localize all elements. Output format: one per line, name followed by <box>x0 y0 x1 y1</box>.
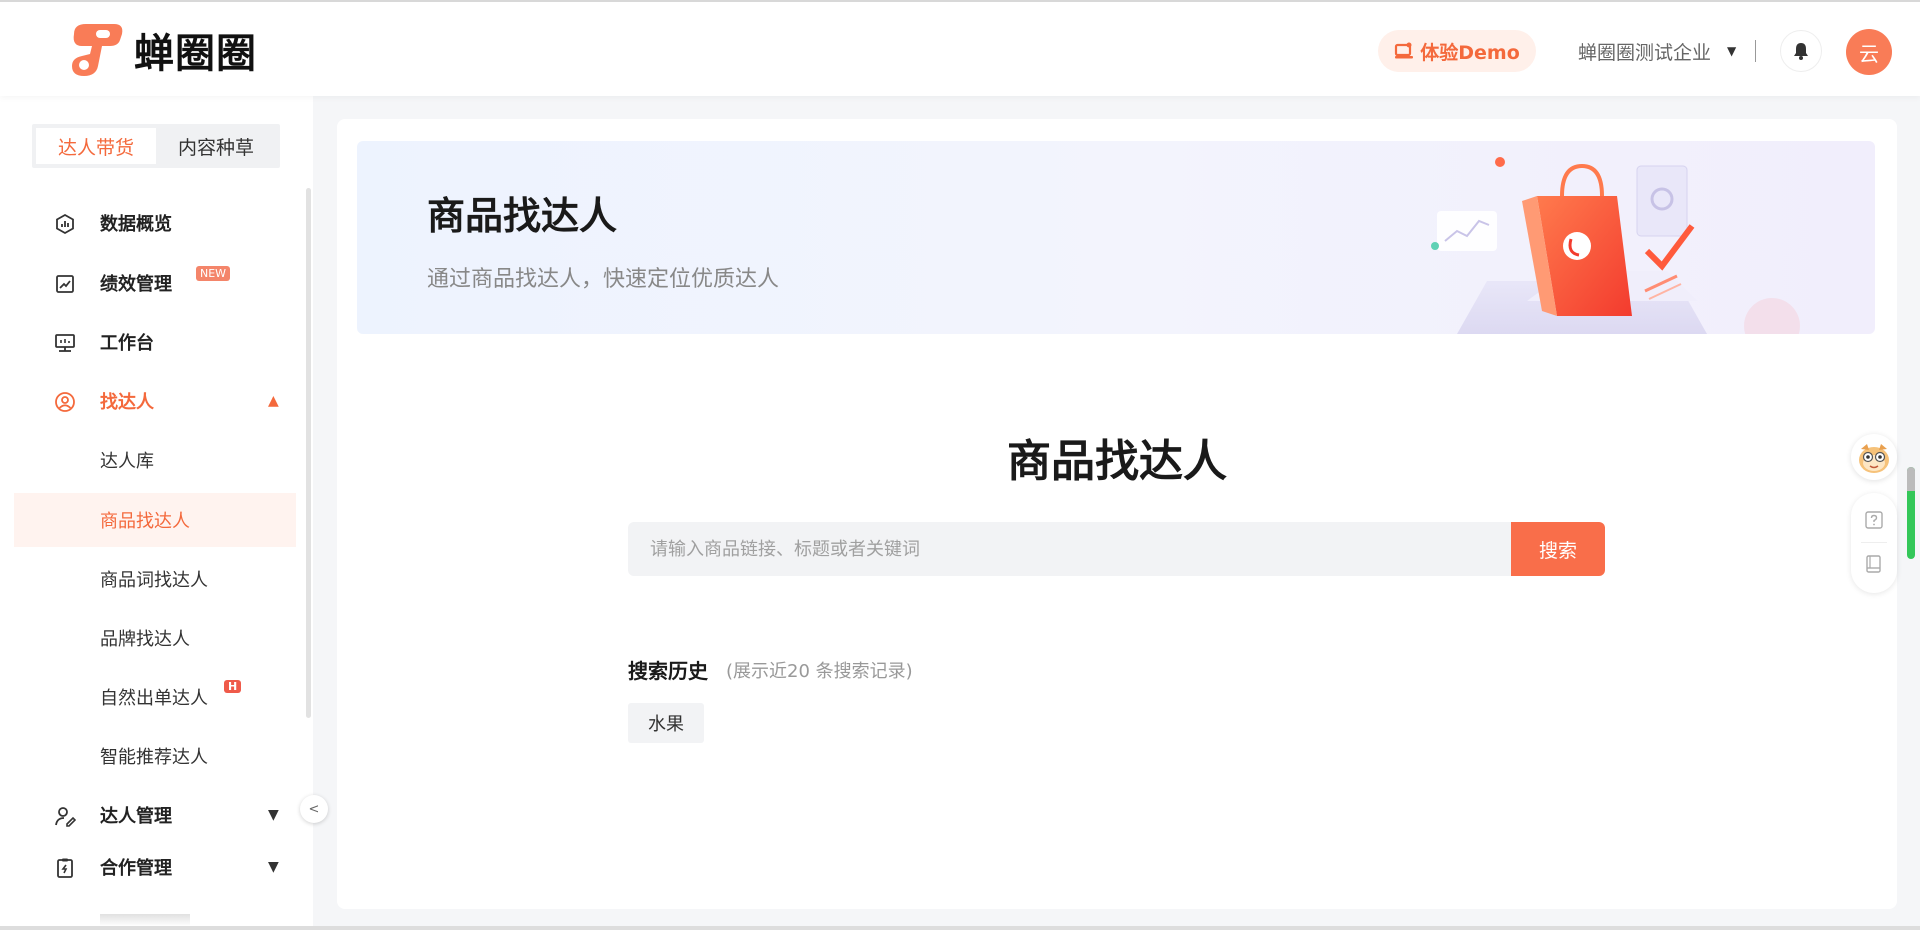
company-name: 蝉圈圈测试企业 <box>1578 41 1712 64</box>
gauge-icon <box>56 213 74 235</box>
history-tag[interactable]: 水果 <box>628 703 704 743</box>
user-edit-icon <box>55 807 76 827</box>
chevron-down-icon: ▼ <box>268 859 279 875</box>
sidebar-item-performance[interactable]: 绩效管理 NEW <box>14 256 296 310</box>
clipboard-icon <box>57 858 73 878</box>
logo-text: 蝉圈圈 <box>134 31 257 77</box>
chevron-up-icon: ▲ <box>268 393 279 409</box>
top-header: 蝉圈圈 体验Demo 蝉圈圈测试企业 ▼ 云 <box>0 0 1920 96</box>
mode-segment: 达人带货 内容种草 <box>32 124 280 168</box>
sidebar-item-label: 绩效管理 <box>100 274 172 295</box>
search-input[interactable] <box>628 522 1511 576</box>
sidebar-subitem-label: 商品词找达人 <box>100 570 208 591</box>
sidebar-subitem-label: 自然出单达人 <box>100 688 208 709</box>
hot-badge: H <box>224 680 242 693</box>
bell-icon <box>1794 43 1808 60</box>
sidebar-collapse-button[interactable]: < <box>300 795 328 823</box>
sidebar-item-label: 合作管理 <box>100 858 172 879</box>
page-title: 商品找达人 <box>1007 436 1227 487</box>
sidebar-item-label: 找达人 <box>100 392 154 413</box>
sidebar-subitem-product-find[interactable]: 商品找达人 <box>14 493 296 547</box>
demo-label: 体验Demo <box>1420 41 1520 64</box>
page-scrollbar-thumb[interactable] <box>1907 467 1915 491</box>
assistant-mascot-button[interactable] <box>1851 434 1897 480</box>
notification-button[interactable] <box>1780 30 1822 72</box>
sidebar-subitem-keyword-find[interactable]: 商品词找达人 <box>14 552 296 606</box>
chevron-left-icon: < <box>308 801 320 817</box>
shopping-bag-illustration <box>1431 157 1800 334</box>
sidebar-item-label: 达人管理 <box>100 806 172 827</box>
search-bar: 搜索 <box>628 522 1605 576</box>
sidebar-subitem-label: 品牌找达人 <box>100 629 190 650</box>
company-selector[interactable]: 蝉圈圈测试企业 ▼ <box>1578 38 1736 64</box>
new-badge: NEW <box>196 266 231 281</box>
monitor-icon <box>55 334 75 352</box>
header-divider <box>1755 40 1756 62</box>
logo[interactable]: 蝉圈圈 <box>64 20 257 80</box>
sidebar-item-label: 工作台 <box>100 333 154 354</box>
sidebar-subitem-label: 达人库 <box>100 451 154 472</box>
window-bottom-edge <box>0 926 1920 930</box>
logo-icon <box>72 24 123 76</box>
sidebar-item-influencer-manage[interactable]: 达人管理 ▼ <box>14 788 296 842</box>
segment-neirong-zhongcao[interactable]: 内容种草 <box>156 128 276 164</box>
manual-book-icon[interactable] <box>1865 555 1883 573</box>
sidebar-subitem-smart-recommend[interactable]: 智能推荐达人 <box>14 729 296 783</box>
float-tool-panel <box>1851 493 1897 593</box>
chevron-down-icon: ▼ <box>268 807 279 823</box>
sidebar-item-label: 数据概览 <box>100 214 172 235</box>
user-avatar[interactable]: 云 <box>1846 29 1892 75</box>
demo-icon <box>1395 42 1414 59</box>
sidebar-subitem-brand-find[interactable]: 品牌找达人 <box>14 611 296 665</box>
page-banner: 商品找达人 通过商品找达人，快速定位优质达人 <box>357 141 1875 334</box>
sidebar-subitem-daren-library[interactable]: 达人库 <box>14 433 296 487</box>
search-button[interactable]: 搜索 <box>1511 522 1605 576</box>
sidebar-item-overview[interactable]: 数据概览 <box>14 196 296 250</box>
mascot-icon <box>1859 444 1889 473</box>
history-title: 搜索历史 <box>628 659 708 683</box>
trend-chart-icon <box>56 275 74 293</box>
sidebar-subitem-natural-orders[interactable]: 自然出单达人 H <box>14 670 296 724</box>
caret-down-icon: ▼ <box>1727 44 1737 58</box>
sidebar-scrollbar[interactable] <box>306 188 311 718</box>
banner-title: 商品找达人 <box>427 194 618 238</box>
demo-button[interactable]: 体验Demo <box>1378 30 1536 72</box>
banner-subtitle: 通过商品找达人，快速定位优质达人 <box>427 267 780 292</box>
sidebar-item-workbench[interactable]: 工作台 <box>14 315 296 369</box>
sidebar-subitem-label: 商品找达人 <box>100 511 190 532</box>
segment-daren-daihuo[interactable]: 达人带货 <box>36 128 156 164</box>
user-circle-icon <box>55 392 75 412</box>
sidebar-subitem-label: 智能推荐达人 <box>100 747 208 768</box>
main-content: 商品找达人 通过商品找达人，快速定位优质达人 商品找达人 请输入商品链接、标题或… <box>337 119 1897 909</box>
help-icon[interactable] <box>1865 511 1883 529</box>
sidebar: 达人带货 内容种草 数据概览 绩效管理 NEW 工作台 找达人 ▲ 达人库 商品… <box>0 96 313 930</box>
sidebar-item-cooperation-manage[interactable]: 合作管理 ▼ <box>14 840 296 894</box>
sidebar-overflow-fade <box>100 914 190 926</box>
panel-divider <box>1861 542 1887 543</box>
sidebar-item-find-influencer[interactable]: 找达人 ▲ <box>14 374 296 428</box>
history-note: (展示近20 条搜索记录) <box>726 661 913 682</box>
